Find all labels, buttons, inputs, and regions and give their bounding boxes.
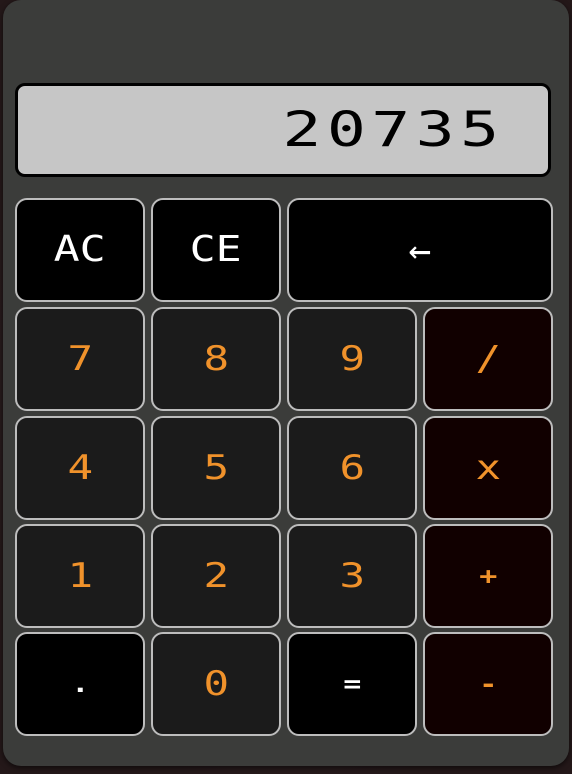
digit-3-label: 3: [339, 556, 365, 596]
digit-3-button[interactable]: 3: [287, 524, 417, 628]
minus-button[interactable]: -: [423, 632, 553, 736]
ac-label: AC: [53, 229, 107, 270]
decimal-point-label: .: [70, 670, 90, 698]
equals-button[interactable]: =: [287, 632, 417, 736]
digit-8-label: 8: [203, 339, 229, 379]
digit-7-button[interactable]: 7: [15, 307, 145, 411]
calculator-display: 20735: [15, 83, 551, 177]
digit-5-label: 5: [203, 448, 229, 488]
digit-2-label: 2: [203, 556, 229, 596]
digit-5-button[interactable]: 5: [151, 416, 281, 520]
divide-button[interactable]: /: [423, 307, 553, 411]
digit-1-label: 1: [67, 556, 93, 596]
backspace-arrow-icon: ←: [408, 228, 432, 272]
digit-6-label: 6: [339, 448, 365, 488]
multiply-button[interactable]: x: [423, 416, 553, 520]
calculator: 20735 AC CE ← 7 8 9 / 4 5 6 x 1 2 3 + . …: [3, 0, 569, 766]
backspace-button[interactable]: ←: [287, 198, 553, 302]
display-value: 20735: [281, 102, 504, 158]
ac-button[interactable]: AC: [15, 198, 145, 302]
decimal-point-button[interactable]: .: [15, 632, 145, 736]
digit-2-button[interactable]: 2: [151, 524, 281, 628]
digit-8-button[interactable]: 8: [151, 307, 281, 411]
ce-label: CE: [189, 229, 243, 270]
plus-button[interactable]: +: [423, 524, 553, 628]
digit-7-label: 7: [67, 339, 93, 379]
digit-4-button[interactable]: 4: [15, 416, 145, 520]
minus-label: -: [478, 670, 498, 698]
divide-label: /: [475, 339, 501, 379]
digit-9-button[interactable]: 9: [287, 307, 417, 411]
equals-label: =: [342, 670, 362, 698]
multiply-label: x: [475, 448, 501, 488]
digit-4-label: 4: [67, 448, 93, 488]
digit-0-label: 0: [203, 664, 229, 704]
digit-6-button[interactable]: 6: [287, 416, 417, 520]
digit-9-label: 9: [339, 339, 365, 379]
plus-label: +: [478, 562, 498, 590]
digit-0-button[interactable]: 0: [151, 632, 281, 736]
ce-button[interactable]: CE: [151, 198, 281, 302]
digit-1-button[interactable]: 1: [15, 524, 145, 628]
